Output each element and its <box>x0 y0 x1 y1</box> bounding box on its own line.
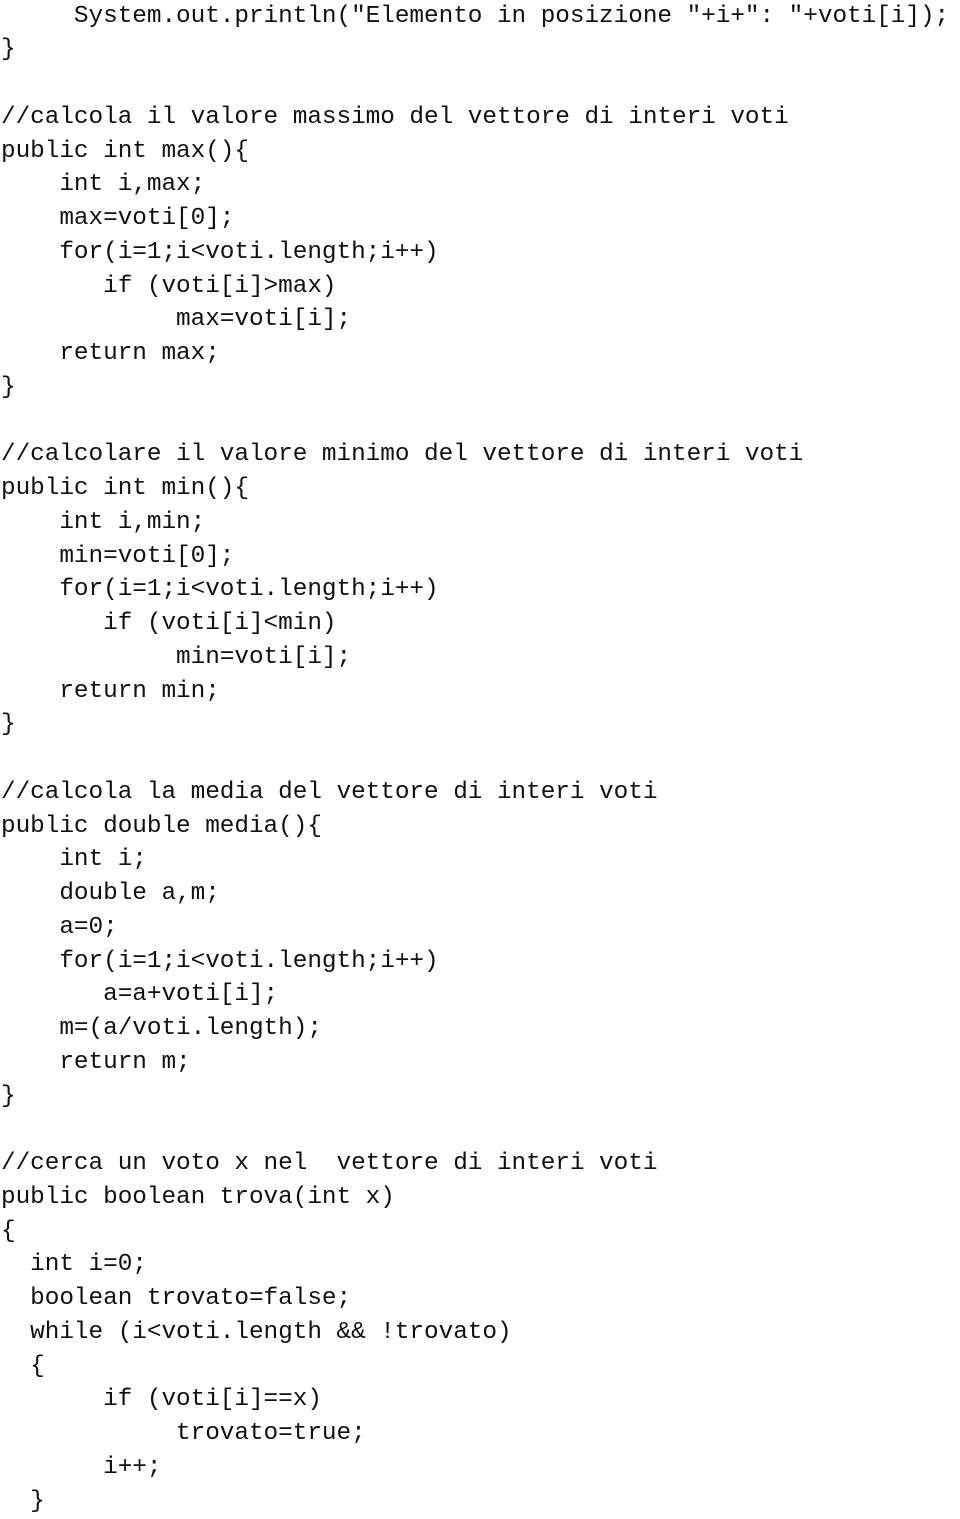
code-line: m=(a/voti.length); <box>1 1015 322 1042</box>
comment-max: //calcola il valore massimo del vettore … <box>1 103 789 131</box>
code-line: trovato=true; <box>1 1420 366 1447</box>
code-line: a=a+voti[i]; <box>1 981 279 1009</box>
code-line: min=voti[i]; <box>1 643 352 671</box>
comment-trova: //cerca un voto x nel vettore di interi … <box>1 1150 658 1177</box>
code-line: int i,max; <box>1 171 206 199</box>
code-line-println: System.out.println("Elemento in posizion… <box>1 2 950 30</box>
method-signature-trova: public boolean trova(int x) <box>1 1183 395 1211</box>
code-line: int i,min; <box>1 508 206 536</box>
code-line: return min; <box>1 677 220 705</box>
code-line: if (voti[i]==x) <box>1 1386 322 1414</box>
code-line: for(i=1;i<voti.length;i++) <box>1 238 439 266</box>
code-line: max=voti[i]; <box>1 306 352 334</box>
code-line: return m; <box>1 1048 191 1076</box>
code-line: int i; <box>1 846 147 874</box>
code-listing: System.out.println("Elemento in posizion… <box>1 0 949 1519</box>
code-line-close-brace: } <box>1 36 16 64</box>
code-line-close-brace: } <box>1 373 16 401</box>
code-line: i++; <box>1 1453 162 1481</box>
comment-min: //calcolare il valore minimo del vettore… <box>1 441 804 469</box>
code-line: while (i<voti.length && !trovato) <box>1 1318 512 1346</box>
method-signature-max: public int max(){ <box>1 137 249 165</box>
code-line: max=voti[0]; <box>1 205 235 232</box>
code-line: min=voti[0]; <box>1 542 235 570</box>
code-line: return max; <box>1 340 220 367</box>
code-line-open-brace: { <box>1 1217 16 1245</box>
code-line: a=0; <box>1 913 118 941</box>
code-line: if (voti[i]<min) <box>1 610 337 637</box>
comment-media: //calcola la media del vettore di interi… <box>1 778 658 806</box>
code-line-close-brace: } <box>1 711 16 739</box>
code-line: for(i=1;i<voti.length;i++) <box>1 947 439 975</box>
code-line: for(i=1;i<voti.length;i++) <box>1 576 439 604</box>
code-line-open-brace: { <box>1 1352 45 1380</box>
code-line: double a,m; <box>1 880 220 907</box>
code-line: int i=0; <box>1 1251 147 1279</box>
code-line: boolean trovato=false; <box>1 1285 352 1312</box>
code-line-close-brace: } <box>1 1487 45 1515</box>
method-signature-media: public double media(){ <box>1 812 322 840</box>
code-line-close-brace: } <box>1 1082 16 1110</box>
code-line: if (voti[i]>max) <box>1 272 337 300</box>
method-signature-min: public int min(){ <box>1 475 249 502</box>
